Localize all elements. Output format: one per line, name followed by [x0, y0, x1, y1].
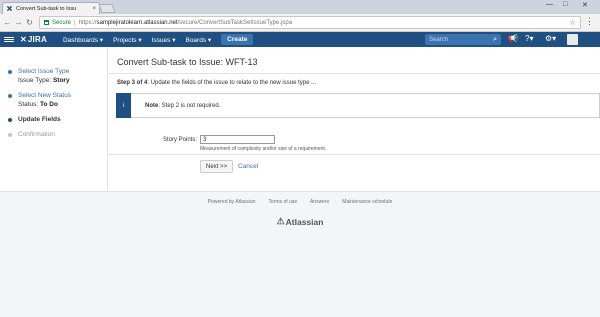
app-switcher-icon[interactable] — [4, 37, 14, 42]
step-dot-icon — [8, 118, 12, 122]
footer-link-answers[interactable]: Answers — [310, 199, 329, 205]
step-dot-icon — [8, 94, 12, 98]
url-host: samplejiratolearn.atlassian.net — [96, 19, 178, 26]
cancel-link[interactable]: Cancel — [238, 163, 258, 170]
avatar[interactable] — [567, 34, 578, 45]
tab-close-icon[interactable]: × — [92, 6, 96, 12]
step-dot-icon — [8, 133, 12, 137]
settings-gear-icon[interactable]: ⚙▾ — [545, 34, 556, 43]
jira-header: ✕ JIRA Dashboards ▾ Projects ▾ Issues ▾ … — [0, 32, 600, 47]
story-points-input[interactable]: 3 — [200, 135, 275, 144]
step-dot-icon — [8, 70, 12, 74]
url-scheme: https:// — [78, 19, 97, 26]
step-label: Update Fields — [18, 116, 61, 123]
nav-issues[interactable]: Issues ▾ — [152, 36, 176, 44]
address-bar-row: ← → ↻ Secure | https:// samplejiratolear… — [0, 14, 600, 32]
search-placeholder: Search — [429, 36, 449, 43]
main-panel: Select Issue Type Issue Type: Story Sele… — [0, 47, 600, 192]
nav-boards[interactable]: Boards ▾ — [185, 36, 211, 44]
minimize-icon[interactable]: — — [546, 1, 553, 8]
new-tab-button[interactable] — [98, 4, 116, 13]
jira-logo-icon: ✕ — [20, 35, 27, 44]
url-field[interactable]: Secure | https:// samplejiratolearn.atla… — [39, 16, 581, 29]
close-window-icon[interactable]: ✕ — [582, 1, 588, 9]
help-icon[interactable]: ?▾ — [525, 34, 533, 43]
step-update-fields: Update Fields — [0, 115, 107, 124]
steps-sidebar: Select Issue Type Issue Type: Story Sele… — [0, 47, 108, 192]
url-path: /secure/ConvertSubTaskSetIssueType.jspa — [177, 19, 293, 26]
search-icon: ⌕ — [493, 35, 497, 43]
step-info: Step 3 of 4: Update the fields of the is… — [117, 80, 317, 86]
step-select-issue-type[interactable]: Select Issue Type Issue Type: Story — [0, 67, 107, 85]
footer-link-powered[interactable]: Powered by Atlassian — [208, 199, 256, 205]
secure-label: Secure — [52, 19, 72, 26]
back-icon[interactable]: ← — [2, 18, 13, 27]
step-confirmation: Confirmation — [0, 130, 107, 139]
story-points-label: Story Points: — [162, 137, 197, 143]
notice-box: i Note: Step 2 is not required. — [116, 93, 600, 118]
url-separator: | — [74, 19, 76, 26]
lock-icon — [44, 20, 49, 25]
maximize-icon[interactable]: □ — [563, 1, 567, 8]
story-points-description: Measurement of complexity and/or size of… — [200, 146, 327, 152]
footer-links: Powered by Atlassian · Terms of use · Answ… — [207, 199, 393, 205]
step-detail: Status: To Do — [18, 101, 58, 108]
nav-dashboards[interactable]: Dashboards ▾ — [63, 36, 103, 44]
create-button[interactable]: Create — [221, 34, 254, 45]
step-label: Confirmation — [18, 131, 55, 138]
atlassian-logo-icon: ⚠ — [276, 216, 285, 226]
step-label: Select New Status — [18, 92, 72, 99]
next-button[interactable]: Next >> — [200, 160, 233, 173]
info-icon: i — [116, 93, 131, 118]
step-select-new-status[interactable]: Select New Status Status: To Do — [0, 91, 107, 109]
divider — [108, 154, 600, 155]
atlassian-logo-text: Atlassian — [285, 216, 324, 227]
notice-message: Note: Step 2 is not required. — [145, 102, 221, 109]
browser-tabstrip: Convert Sub-task to Issu × — □ ✕ — [0, 0, 600, 14]
divider — [108, 73, 600, 74]
footer-link-maintenance[interactable]: Maintenance schedule — [342, 199, 392, 205]
footer-link-terms[interactable]: Terms of use — [269, 199, 298, 205]
jira-favicon-icon — [6, 5, 13, 12]
reload-icon[interactable]: ↻ — [24, 18, 35, 27]
page-title: Convert Sub-task to Issue: WFT-13 — [117, 57, 258, 67]
content-area: Convert Sub-task to Issue: WFT-13 Step 3… — [108, 47, 600, 192]
tab-title: Convert Sub-task to Issu — [16, 5, 77, 12]
jira-logo-text: JIRA — [27, 35, 47, 44]
browser-menu-icon[interactable]: ⋮ — [585, 16, 594, 27]
browser-tab[interactable]: Convert Sub-task to Issu × — [2, 2, 100, 14]
step-detail: Issue Type: Story — [18, 77, 70, 84]
forward-icon[interactable]: → — [13, 18, 24, 27]
atlassian-logo[interactable]: ⚠ Atlassian — [0, 216, 600, 227]
nav-projects[interactable]: Projects ▾ — [113, 36, 142, 44]
bookmark-star-icon[interactable]: ☆ — [569, 18, 576, 27]
jira-logo[interactable]: ✕ JIRA — [20, 35, 47, 44]
step-label: Select Issue Type — [18, 68, 70, 75]
feedback-icon[interactable]: 📢 — [508, 34, 518, 43]
search-input[interactable]: Search ⌕ — [425, 34, 501, 45]
